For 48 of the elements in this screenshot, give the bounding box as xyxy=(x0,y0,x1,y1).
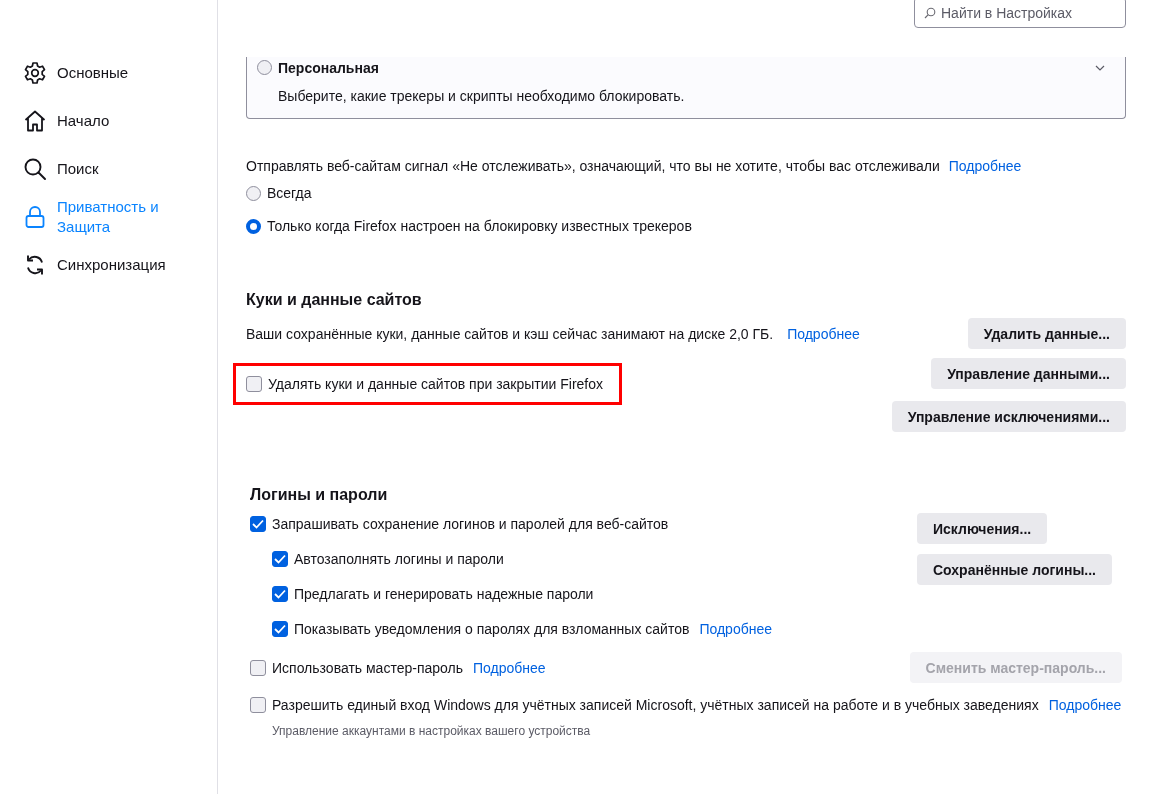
setting-text: Отправлять веб-сайтам сигнал «Не отслеживать», означающий, что вы не хотите, чтобы вас отслеживали xyxy=(246,157,940,176)
learn-more-link[interactable]: Подробнее xyxy=(473,657,546,678)
search-field[interactable]: Найти в Настройках xyxy=(914,0,1126,28)
gear-icon xyxy=(23,61,47,85)
checkbox-label: Использовать мастер-пароль xyxy=(272,658,463,678)
checkbox[interactable] xyxy=(272,586,288,602)
radio-label: Только когда Firefox настроен на блокировку известных трекеров xyxy=(267,217,692,236)
learn-more-link[interactable]: Подробнее xyxy=(1048,695,1122,715)
checkbox-label: Показывать уведомления о паролях для взломанных сайтов xyxy=(294,620,690,639)
radio-button[interactable] xyxy=(246,218,261,234)
sidebar-item[interactable]: Приватность и Защита xyxy=(0,193,217,241)
checkbox-label: Предлагать и генерировать надежные пароли xyxy=(294,585,594,604)
checkbox-label: Запрашивать сохранение логинов и паролей для веб-сайтов xyxy=(272,515,669,534)
search-icon xyxy=(924,7,936,19)
checkbox-label: Автозаполнять логины и пароли xyxy=(294,550,504,569)
sidebar-item[interactable]: Поиск xyxy=(0,145,217,193)
logins-button[interactable]: Исключения... xyxy=(917,513,1048,544)
clear-data-button[interactable]: Удалить данные... xyxy=(967,318,1126,349)
radio-button[interactable] xyxy=(257,60,272,75)
learn-more-link[interactable]: Подробнее xyxy=(948,156,1022,176)
sidebar-item[interactable]: Основные xyxy=(0,49,217,97)
checkbox[interactable] xyxy=(250,516,266,532)
option-label: Персональная xyxy=(278,59,380,76)
checkbox[interactable] xyxy=(250,659,266,676)
manage-exceptions-button[interactable]: Управление исключениями... xyxy=(891,401,1126,432)
setting-text: Ваши сохранённые куки, данные сайтов и кэш сейчас занимают на диске 2,0 ГБ. xyxy=(246,324,774,344)
checkbox-label: Удалять куки и данные сайтов при закрытии Firefox xyxy=(268,375,604,394)
option-description: Выберите, какие трекеры и скрипты необходимо блокировать. xyxy=(278,87,686,106)
checkbox-label: Разрешить единый вход Windows для учётных записей Microsoft, учётных записей на работе и в учебных заведениях xyxy=(272,696,1039,715)
chevron-icon[interactable] xyxy=(1095,64,1105,71)
checkbox[interactable] xyxy=(272,551,288,567)
section-heading: Куки и данные сайтов xyxy=(246,290,423,310)
manage-data-button[interactable]: Управление данными... xyxy=(931,358,1126,389)
sidebar-item[interactable]: Синхронизация xyxy=(0,241,217,289)
search-icon xyxy=(23,157,47,181)
sidebar-item[interactable]: Начало xyxy=(0,97,217,145)
radio-button[interactable] xyxy=(246,185,261,201)
radio-label: Всегда xyxy=(267,184,312,203)
home-icon xyxy=(23,109,47,133)
lock-icon xyxy=(23,205,47,229)
checkbox[interactable] xyxy=(246,376,262,392)
checkbox[interactable] xyxy=(250,697,266,713)
learn-more-link[interactable]: Подробнее xyxy=(787,323,860,344)
section-heading: Логины и пароли xyxy=(250,485,389,505)
logins-button[interactable]: Сохранённые логины... xyxy=(917,554,1112,585)
learn-more-link[interactable]: Подробнее xyxy=(699,619,772,639)
checkbox[interactable] xyxy=(272,621,288,637)
setting-note: Управление аккаунтами в настройках вашего устройства xyxy=(272,723,592,739)
